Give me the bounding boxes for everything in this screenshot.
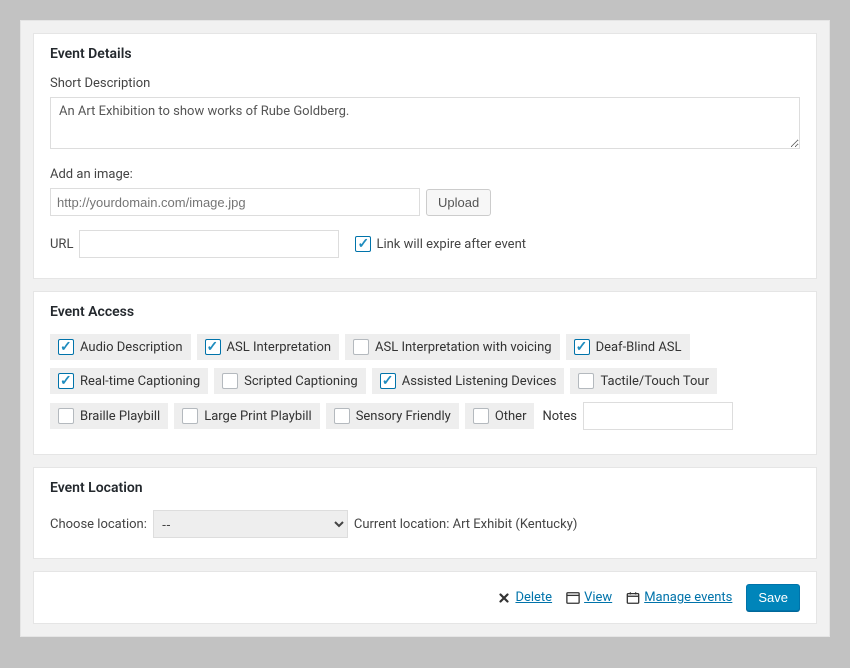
access-checkbox[interactable] bbox=[58, 408, 74, 424]
location-select[interactable]: -- bbox=[153, 510, 348, 538]
event-location-panel: Event Location Choose location: -- Curre… bbox=[33, 467, 817, 559]
link-expire-checkbox[interactable] bbox=[355, 236, 371, 252]
access-label: Large Print Playbill bbox=[204, 409, 311, 424]
access-checkbox[interactable] bbox=[182, 408, 198, 424]
access-label: Deaf-Blind ASL bbox=[596, 340, 682, 355]
access-option[interactable]: Braille Playbill bbox=[50, 403, 168, 429]
access-label: ASL Interpretation with voicing bbox=[375, 340, 552, 355]
access-option[interactable]: Other bbox=[465, 403, 535, 429]
access-option[interactable]: Real-time Captioning bbox=[50, 368, 208, 394]
access-label: Other bbox=[495, 409, 527, 424]
access-label: Sensory Friendly bbox=[356, 409, 451, 424]
current-location-text: Current location: Art Exhibit (Kentucky) bbox=[354, 517, 577, 532]
access-option[interactable]: Tactile/Touch Tour bbox=[570, 368, 717, 394]
access-option[interactable]: ASL Interpretation with voicing bbox=[345, 334, 560, 360]
access-checkbox[interactable] bbox=[380, 373, 396, 389]
access-option[interactable]: ASL Interpretation bbox=[197, 334, 340, 360]
add-image-row: Add an image: Upload bbox=[50, 167, 800, 216]
access-checkbox[interactable] bbox=[58, 339, 74, 355]
event-access-title: Event Access bbox=[50, 304, 800, 320]
access-label: Audio Description bbox=[80, 340, 183, 355]
calendar-icon bbox=[626, 591, 640, 605]
event-access-panel: Event Access Audio Description ASL Interp… bbox=[33, 291, 817, 455]
add-image-label: Add an image: bbox=[50, 167, 800, 182]
access-checkbox[interactable] bbox=[353, 339, 369, 355]
access-checkbox[interactable] bbox=[205, 339, 221, 355]
window-icon bbox=[566, 591, 580, 605]
access-option[interactable]: Scripted Captioning bbox=[214, 368, 366, 394]
access-option[interactable]: Deaf-Blind ASL bbox=[566, 334, 690, 360]
access-label: Tactile/Touch Tour bbox=[600, 374, 709, 389]
delete-link-wrap: Delete bbox=[497, 590, 552, 605]
image-url-input[interactable] bbox=[50, 188, 420, 216]
access-option[interactable]: Large Print Playbill bbox=[174, 403, 319, 429]
event-details-title: Event Details bbox=[50, 46, 800, 62]
short-description-row: Short Description An Art Exhibition to s… bbox=[50, 76, 800, 153]
access-options-container: Audio Description ASL Interpretation ASL I… bbox=[50, 334, 800, 438]
short-description-label: Short Description bbox=[50, 76, 800, 91]
access-checkbox[interactable] bbox=[578, 373, 594, 389]
access-label: Real-time Captioning bbox=[80, 374, 200, 389]
access-option[interactable]: Assisted Listening Devices bbox=[372, 368, 565, 394]
save-button[interactable]: Save bbox=[746, 584, 800, 611]
notes-input[interactable] bbox=[583, 402, 733, 430]
access-label: Braille Playbill bbox=[80, 409, 160, 424]
access-checkbox[interactable] bbox=[58, 373, 74, 389]
view-link-wrap: View bbox=[566, 590, 612, 605]
footer-actions: Delete View Manage events Save bbox=[33, 571, 817, 624]
access-checkbox[interactable] bbox=[574, 339, 590, 355]
url-input[interactable] bbox=[79, 230, 339, 258]
url-row: URL Link will expire after event bbox=[50, 230, 800, 258]
link-expire-label: Link will expire after event bbox=[376, 237, 526, 252]
event-location-title: Event Location bbox=[50, 480, 800, 496]
manage-link-wrap: Manage events bbox=[626, 590, 732, 605]
choose-location-label: Choose location: bbox=[50, 517, 147, 532]
access-checkbox[interactable] bbox=[473, 408, 489, 424]
event-details-panel: Event Details Short Description An Art E… bbox=[33, 33, 817, 279]
notes-label: Notes bbox=[540, 409, 581, 424]
delete-link[interactable]: Delete bbox=[515, 590, 552, 605]
close-icon bbox=[497, 591, 511, 605]
short-description-textarea[interactable]: An Art Exhibition to show works of Rube … bbox=[50, 97, 800, 149]
upload-button[interactable]: Upload bbox=[426, 189, 491, 216]
access-option[interactable]: Audio Description bbox=[50, 334, 191, 360]
view-link[interactable]: View bbox=[584, 590, 612, 605]
url-label: URL bbox=[50, 237, 73, 252]
access-checkbox[interactable] bbox=[334, 408, 350, 424]
admin-page: Event Details Short Description An Art E… bbox=[20, 20, 830, 637]
access-label: Scripted Captioning bbox=[244, 374, 358, 389]
access-option[interactable]: Sensory Friendly bbox=[326, 403, 459, 429]
manage-events-link[interactable]: Manage events bbox=[644, 590, 732, 605]
access-checkbox[interactable] bbox=[222, 373, 238, 389]
access-label: ASL Interpretation bbox=[227, 340, 332, 355]
access-label: Assisted Listening Devices bbox=[402, 374, 557, 389]
